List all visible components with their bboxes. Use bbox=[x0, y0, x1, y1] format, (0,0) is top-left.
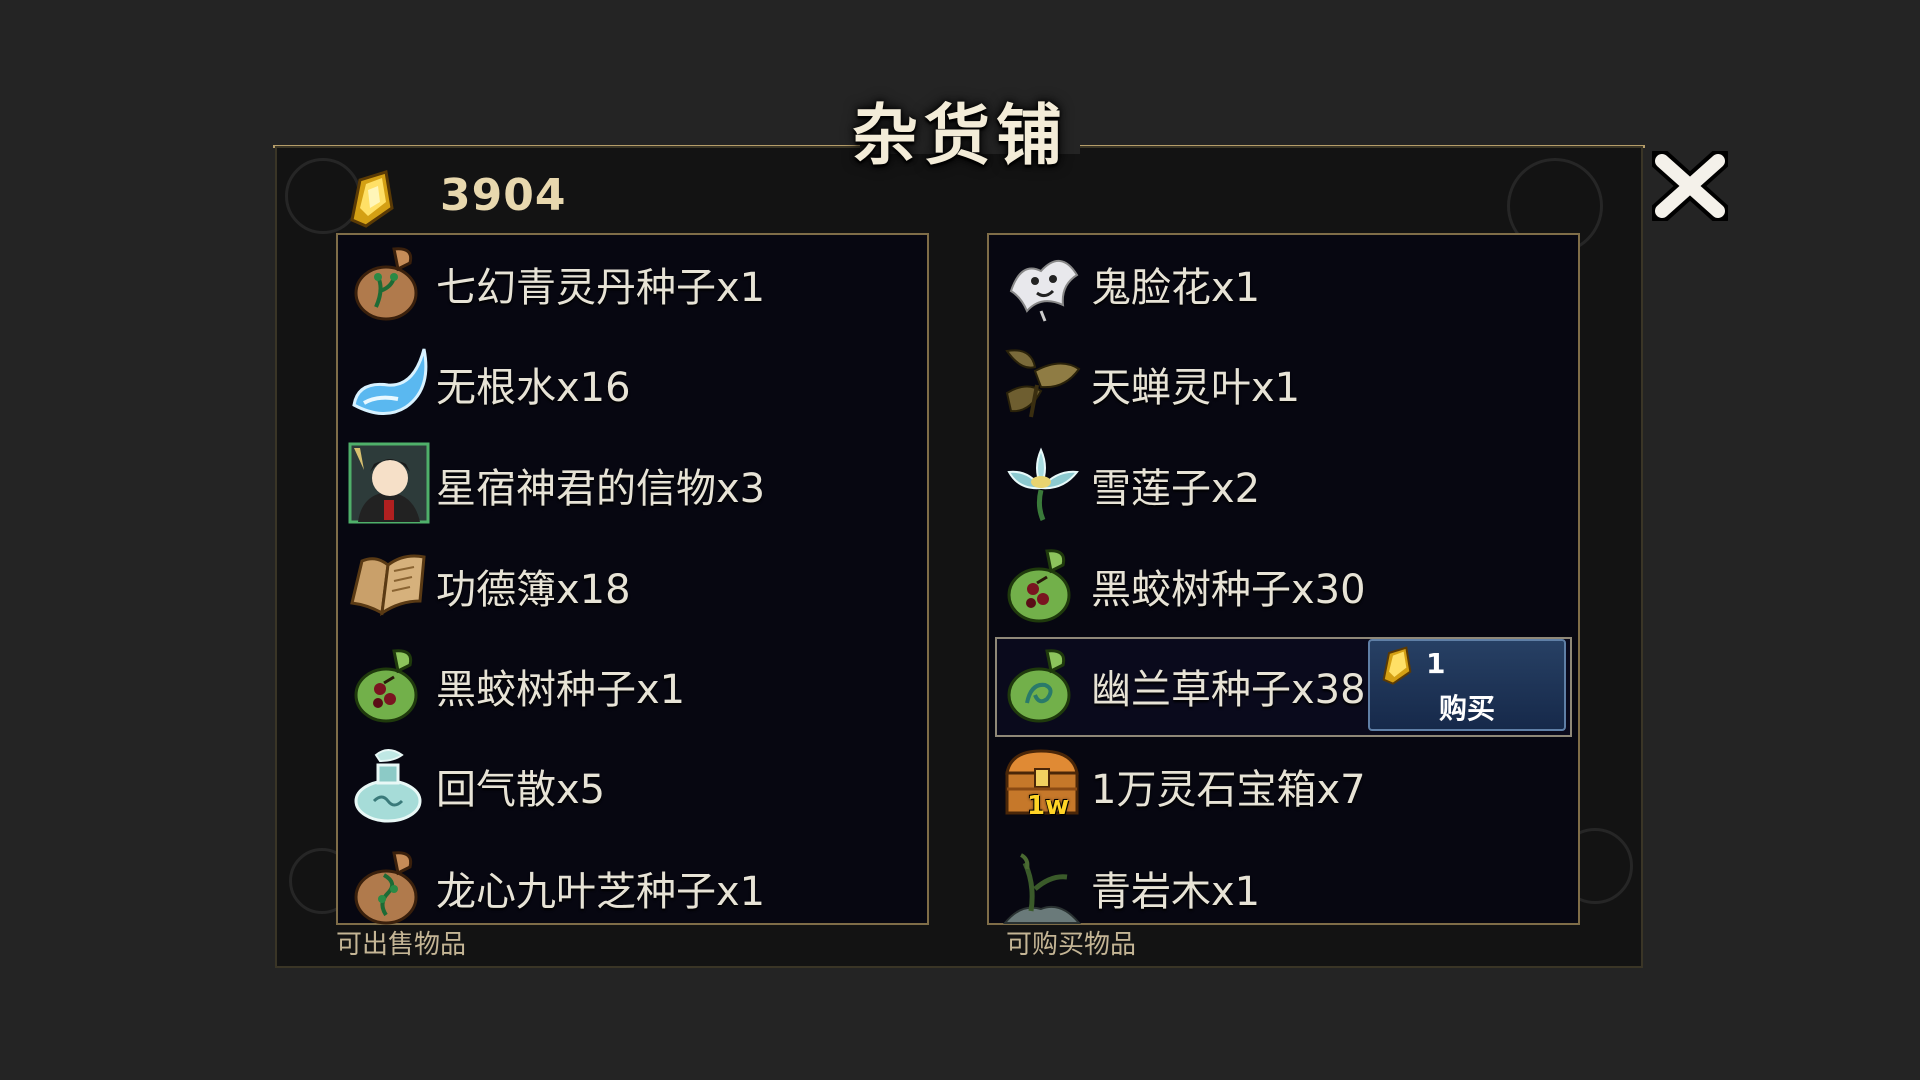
snow-lotus-icon bbox=[1007, 447, 1079, 521]
potion-jar-icon bbox=[354, 749, 422, 823]
item-name: 天蝉灵叶x1 bbox=[1091, 365, 1301, 411]
sell-list[interactable]: 七幻青灵丹种子x1 无根水x16 星宿神君的信物x3 功德簿x18 黑蛟树种子x… bbox=[336, 233, 929, 925]
spirit-stone-icon bbox=[350, 170, 394, 228]
item-name: 七幻青灵丹种子x1 bbox=[436, 265, 766, 311]
sapling-rock-icon bbox=[1002, 853, 1082, 924]
green-seed-bag-icon bbox=[1007, 549, 1071, 623]
item-name: 青岩木x1 bbox=[1091, 869, 1261, 915]
buy-price: 1 bbox=[1426, 647, 1446, 680]
item-name: 1万灵石宝箱x7 bbox=[1091, 767, 1366, 813]
open-book-icon bbox=[350, 554, 426, 617]
list-item[interactable]: 七幻青灵丹种子x1 bbox=[338, 235, 927, 329]
water-wisp-icon bbox=[352, 348, 428, 415]
item-name: 鬼脸花x1 bbox=[1091, 265, 1261, 311]
buy-list-caption: 可购买物品 bbox=[1006, 930, 1137, 960]
spirit-stone-icon bbox=[1382, 646, 1412, 685]
item-name: 黑蛟树种子x30 bbox=[1091, 567, 1366, 613]
list-item[interactable]: 鬼脸花x1 bbox=[989, 235, 1578, 329]
item-name: 龙心九叶芝种子x1 bbox=[436, 869, 766, 915]
sell-list-caption: 可出售物品 bbox=[336, 930, 467, 960]
item-name: 星宿神君的信物x3 bbox=[436, 466, 766, 512]
list-item[interactable]: 青岩木x1 bbox=[989, 839, 1578, 933]
list-item[interactable]: 功德簿x18 bbox=[338, 537, 927, 631]
brown-seed-bag-icon bbox=[354, 247, 418, 321]
brown-seed-bag-icon bbox=[354, 851, 418, 925]
item-name: 回气散x5 bbox=[436, 767, 606, 813]
list-item[interactable]: 1w 1万灵石宝箱x7 bbox=[989, 737, 1578, 831]
item-name: 功德簿x18 bbox=[436, 567, 631, 613]
list-item[interactable]: 星宿神君的信物x3 bbox=[338, 436, 927, 530]
close-button[interactable] bbox=[1648, 146, 1732, 226]
green-seed-bag-icon bbox=[1007, 649, 1071, 723]
list-item[interactable]: 黑蛟树种子x1 bbox=[338, 637, 927, 731]
green-seed-bag-icon bbox=[354, 649, 418, 723]
list-item[interactable]: 龙心九叶芝种子x1 bbox=[338, 839, 927, 933]
chest-badge: 1w bbox=[1027, 791, 1070, 821]
list-item[interactable]: 黑蛟树种子x30 bbox=[989, 537, 1578, 631]
list-item[interactable]: 回气散x5 bbox=[338, 737, 927, 831]
list-item-selected[interactable]: 幽兰草种子x38 1 购买 bbox=[989, 637, 1578, 737]
list-item[interactable]: 雪莲子x2 bbox=[989, 436, 1578, 530]
close-icon bbox=[1652, 151, 1728, 221]
item-name: 无根水x16 bbox=[436, 365, 631, 411]
item-name: 幽兰草种子x38 bbox=[1091, 667, 1366, 713]
list-item[interactable]: 天蝉灵叶x1 bbox=[989, 335, 1578, 429]
currency-amount: 3904 bbox=[440, 170, 567, 221]
buy-button[interactable]: 1 购买 bbox=[1368, 639, 1566, 731]
buy-list[interactable]: 鬼脸花x1 天蝉灵叶x1 雪莲子x2 黑蛟树种子x30 幽兰草种子x38 1 购… bbox=[987, 233, 1580, 925]
list-item[interactable]: 无根水x16 bbox=[338, 335, 927, 429]
deity-portrait-icon bbox=[348, 442, 430, 524]
shop-title: 杂货铺 bbox=[852, 96, 1068, 174]
buy-label: 购买 bbox=[1438, 692, 1495, 725]
item-name: 黑蛟树种子x1 bbox=[436, 667, 686, 713]
item-name: 雪莲子x2 bbox=[1091, 466, 1261, 512]
ghost-flower-icon bbox=[1009, 260, 1079, 322]
cicada-leaf-icon bbox=[1005, 349, 1081, 418]
